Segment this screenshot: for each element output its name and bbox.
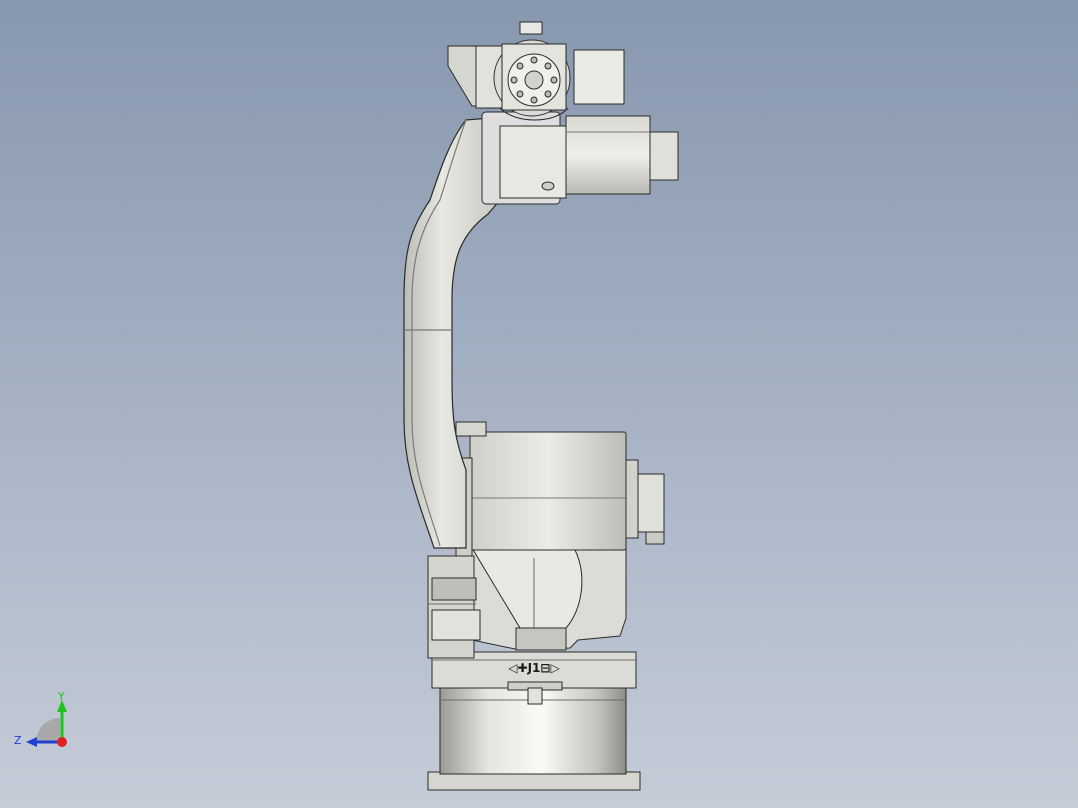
y-axis-label: Y <box>57 690 65 703</box>
z-axis-label: Z <box>14 734 22 747</box>
base-foot-plate <box>427 771 641 791</box>
j1-rotation-label: ◁✚J1⊟▷ <box>507 661 560 675</box>
wrist-motor <box>573 49 625 105</box>
robot-arm-model[interactable]: ◁✚J1⊟▷ Y Z <box>0 0 1078 808</box>
x-axis-origin-dot <box>57 737 67 747</box>
axis-triad: Y Z <box>14 690 67 747</box>
cable-bracket <box>427 555 481 659</box>
cad-viewport[interactable]: ◁✚J1⊟▷ Y Z <box>0 0 1078 808</box>
triad-quadrant <box>36 718 60 742</box>
elbow-joint <box>481 111 567 205</box>
motor-end-cap <box>637 473 665 533</box>
shoulder-motor <box>455 421 665 559</box>
wrist-assembly <box>447 21 625 121</box>
z-axis-arrowhead <box>26 737 37 747</box>
turntable-housing <box>471 532 627 651</box>
elbow-motor <box>565 115 679 195</box>
elbow-motor-cap <box>649 131 679 181</box>
